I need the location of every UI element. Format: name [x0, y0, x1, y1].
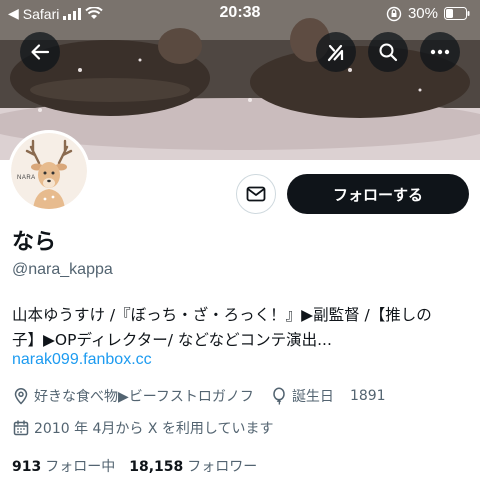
follow-stats: 913 フォロー中 18,158 フォロワー [12, 456, 257, 476]
balloon-icon [273, 387, 285, 405]
following-count: 913 [12, 459, 42, 475]
followers-label: フォロワー [187, 459, 258, 475]
status-bar: ◀ Safari 20:38 30% [0, 0, 480, 28]
following-link[interactable]: 913 フォロー中 [12, 456, 115, 476]
avatar-brand-text: NARA [17, 175, 36, 181]
birthday-label: 誕生日 [291, 389, 334, 405]
meta-row-2: 2010 年 4月から X を利用しています [12, 418, 274, 438]
followers-link[interactable]: 18,158 フォロワー [129, 456, 257, 476]
profile-link[interactable]: narak099.fanbox.cc [12, 351, 152, 369]
avatar[interactable]: NARA [8, 130, 90, 212]
birthday-item: 誕生日 1891 [270, 386, 386, 406]
meta-row-1: 好きな食べ物▶ビーフストロガノフ 誕生日 1891 [12, 386, 386, 406]
user-handle: @nara_kappa [12, 261, 113, 278]
more-icon [430, 49, 450, 55]
bio-line-1: 山本ゆうすけ /『ぼっち・ざ・ろっく！』▶副監督 /【推しの [12, 306, 432, 324]
deer-avatar-icon [25, 139, 73, 209]
following-label: フォロー中 [45, 459, 116, 475]
location-pin-icon [14, 388, 28, 405]
battery-percent: 30% [407, 5, 438, 22]
orientation-lock-icon [386, 6, 402, 21]
avatar-image: NARA [11, 133, 87, 209]
bio-line-2: 子】▶OPディレクター/ などなどコンテ演出... [12, 331, 332, 349]
joined-item: 2010 年 4月から X を利用しています [12, 418, 274, 438]
back-button[interactable] [20, 32, 60, 72]
search-icon [379, 43, 398, 62]
search-button[interactable] [368, 32, 408, 72]
grok-button[interactable] [316, 32, 356, 72]
message-button[interactable] [236, 174, 276, 214]
more-button[interactable] [420, 32, 460, 72]
location-text: 好きな食べ物▶ビーフストロガノフ [34, 389, 254, 405]
grok-icon [327, 44, 344, 62]
bio: 山本ゆうすけ /『ぼっち・ざ・ろっく！』▶副監督 /【推しの 子】▶OPディレク… [12, 303, 474, 353]
birthday-value: 1891 [349, 388, 386, 404]
joined-text: 2010 年 4月から X を利用しています [34, 421, 274, 437]
calendar-icon [13, 420, 29, 436]
location-item: 好きな食べ物▶ビーフストロガノフ [12, 386, 254, 406]
envelope-icon [246, 186, 266, 202]
follow-button[interactable]: フォローする [287, 174, 469, 214]
battery-icon [444, 7, 470, 20]
arrow-left-icon [31, 44, 50, 60]
display-name: なら [12, 230, 57, 255]
status-right: 30% [386, 5, 470, 22]
followers-count: 18,158 [129, 459, 184, 475]
